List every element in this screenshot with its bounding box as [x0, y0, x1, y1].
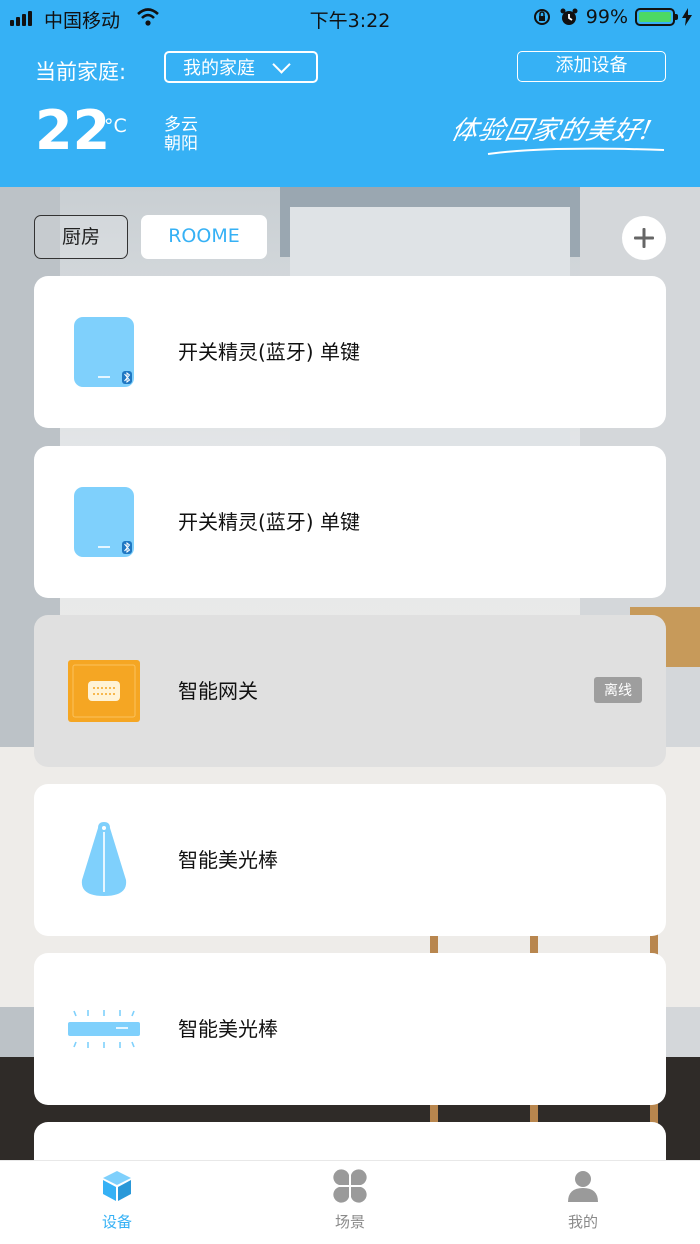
device-name: 开关精灵(蓝牙) 单键	[178, 510, 360, 534]
device-card[interactable]: 智能美光棒	[34, 784, 666, 936]
slogan: 体验回家的美好!	[448, 116, 656, 146]
device-card[interactable]: 智能美光棒	[34, 953, 666, 1105]
bottom-tab-bar: 设备 场景 我的	[0, 1160, 700, 1244]
device-card[interactable]: 智能网关 离线	[34, 615, 666, 767]
family-selector[interactable]: 我的家庭	[164, 51, 318, 83]
cube-icon	[103, 1171, 131, 1201]
alarm-icon	[560, 8, 578, 25]
bluetooth-switch-icon	[74, 487, 134, 557]
offline-badge: 离线	[594, 677, 642, 703]
room-tab-roome[interactable]: ROOME	[141, 215, 267, 259]
weather-location: 朝阳	[164, 134, 198, 154]
tab-scenes-label: 场景	[334, 1213, 365, 1231]
add-device-button[interactable]: 添加设备	[517, 51, 666, 82]
temperature-value: 22	[35, 99, 111, 162]
add-room-plus-icon[interactable]	[622, 216, 666, 260]
status-bar: 中国移动 下午3:22 99%	[0, 0, 700, 36]
tab-mine[interactable]: 我的	[523, 1169, 643, 1232]
light-drop-icon	[81, 822, 127, 896]
rotation-lock-icon	[533, 9, 550, 25]
weather-condition: 多云	[164, 115, 198, 135]
device-name: 智能美光棒	[178, 848, 278, 872]
tab-devices-label: 设备	[101, 1213, 132, 1231]
device-card[interactable]: 开关精灵(蓝牙) 单键	[34, 276, 666, 428]
four-petal-icon	[333, 1169, 367, 1203]
header: 中国移动 下午3:22 99% 当前家庭: 我的家庭 添加设备 22 °C 多云…	[0, 0, 700, 187]
slogan-underline	[487, 147, 665, 155]
tab-devices[interactable]: 设备	[57, 1169, 177, 1232]
battery-percent: 99%	[585, 6, 628, 28]
current-family-label: 当前家庭:	[35, 60, 127, 84]
device-card[interactable]: 开关精灵(蓝牙) 单键	[34, 446, 666, 598]
bluetooth-switch-icon	[74, 317, 134, 387]
weather-info: 多云 朝阳	[164, 116, 198, 154]
person-icon	[568, 1171, 598, 1202]
battery-icon	[635, 8, 678, 26]
chevron-down-icon	[272, 54, 291, 74]
device-name: 智能网关	[178, 679, 258, 703]
charging-icon	[682, 8, 692, 26]
tab-mine-label: 我的	[567, 1213, 598, 1231]
device-name: 智能美光棒	[178, 1017, 278, 1041]
status-right: 99%	[532, 6, 692, 28]
device-name: 开关精灵(蓝牙) 单键	[178, 340, 360, 364]
gateway-icon	[68, 660, 140, 722]
family-selected-value: 我的家庭	[183, 58, 255, 79]
tab-scenes[interactable]: 场景	[290, 1169, 410, 1232]
temperature-unit: °C	[104, 115, 127, 137]
light-bar-icon	[68, 1010, 140, 1048]
room-tab-kitchen[interactable]: 厨房	[34, 215, 128, 259]
